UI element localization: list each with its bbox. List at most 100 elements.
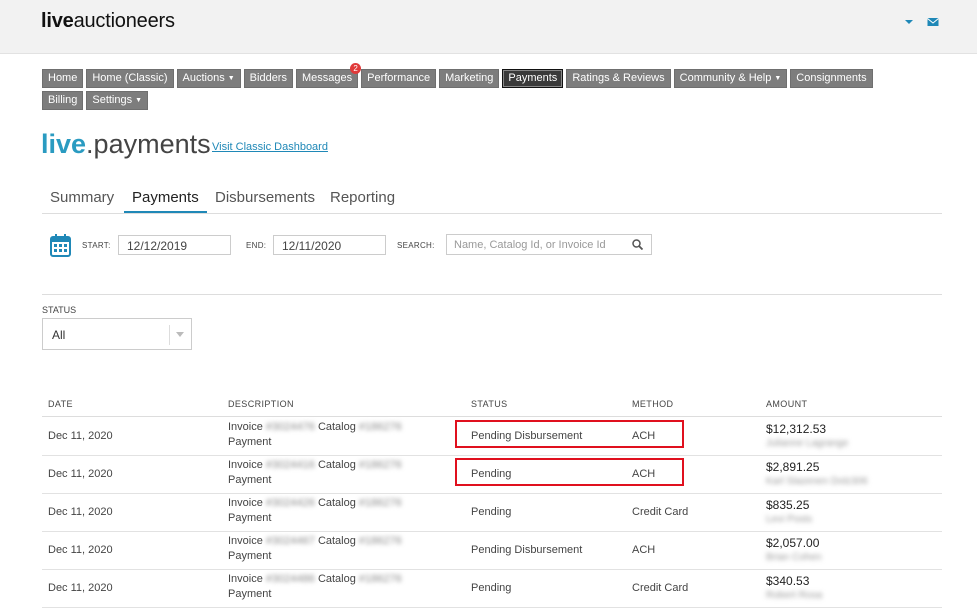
invoice-id: #3024476 bbox=[265, 421, 315, 433]
nav-item-home[interactable]: Home bbox=[42, 69, 84, 88]
logo-rest-text: auctioneers bbox=[73, 10, 175, 32]
row-buyer-name: Julianne Lagrange bbox=[766, 438, 849, 449]
nav-item-label: Payments bbox=[508, 72, 558, 84]
row-date: Dec 11, 2020 bbox=[48, 582, 113, 594]
invoice-word: Invoice bbox=[228, 497, 263, 509]
tab-disbursements[interactable]: Disbursements bbox=[207, 189, 323, 211]
column-header-status: STATUS bbox=[471, 399, 508, 409]
table-row[interactable]: Dec 11, 2020 Invoice #3024467 Catalog #18… bbox=[42, 531, 942, 570]
status-select-value: All bbox=[52, 328, 66, 342]
row-amount: $2,057.00 bbox=[766, 536, 820, 550]
row-description-line2: Payment bbox=[228, 512, 272, 524]
nav-item-label: Ratings & Reviews bbox=[572, 72, 665, 84]
row-status: Pending bbox=[471, 582, 512, 594]
row-description-line1: Invoice #3024476 Catalog #186276 bbox=[228, 420, 402, 434]
row-description-line2: Payment bbox=[228, 588, 272, 600]
caret-down-icon: ▼ bbox=[135, 97, 143, 104]
nav-item-billing[interactable]: Billing bbox=[42, 91, 84, 110]
row-amount: $2,891.25 bbox=[766, 460, 820, 474]
invoice-word: Invoice bbox=[228, 459, 263, 471]
account-dropdown-icon[interactable] bbox=[904, 17, 914, 27]
table-row[interactable]: Dec 11, 2020 Invoice #3024486 Catalog #18… bbox=[42, 569, 942, 608]
tab-reporting[interactable]: Reporting bbox=[322, 189, 403, 211]
row-date: Dec 11, 2020 bbox=[48, 430, 113, 442]
highlight-box bbox=[455, 458, 684, 486]
tab-payments[interactable]: Payments bbox=[124, 189, 207, 213]
catalog-word: Catalog bbox=[317, 535, 356, 547]
table-row[interactable]: Dec 11, 2020 Invoice #3024416 Catalog #18… bbox=[42, 455, 942, 494]
row-description-line1: Invoice #3024486 Catalog #186276 bbox=[228, 572, 402, 586]
nav-item-label: Performance bbox=[367, 72, 431, 84]
row-description-line2: Payment bbox=[228, 474, 272, 486]
start-date-input[interactable]: 12/12/2019 bbox=[118, 235, 231, 255]
row-buyer-name: Robert Rosa bbox=[766, 590, 823, 601]
row-date: Dec 11, 2020 bbox=[48, 506, 113, 518]
row-description-line1: Invoice #3024416 Catalog #186276 bbox=[228, 458, 402, 472]
search-box bbox=[446, 234, 652, 255]
nav-item-home-classic[interactable]: Home (Classic) bbox=[86, 69, 174, 88]
nav-item-label: Home bbox=[48, 72, 78, 84]
nav-item-messages[interactable]: Messages 2 bbox=[295, 63, 362, 88]
row-method: ACH bbox=[632, 544, 656, 556]
column-header-date: DATE bbox=[48, 399, 73, 409]
nav-item-label: Messages bbox=[301, 72, 353, 84]
calendar-icon[interactable] bbox=[50, 233, 71, 257]
nav-item-label: Bidders bbox=[249, 72, 287, 84]
status-filter-label: STATUS bbox=[42, 305, 77, 315]
nav-item-label: Billing bbox=[48, 94, 78, 106]
nav-item-auctions[interactable]: Auctions ▼ bbox=[176, 69, 241, 88]
nav-item-consignments[interactable]: Consignments bbox=[790, 69, 873, 88]
row-status: Pending Disbursement bbox=[471, 544, 583, 556]
nav-item-bidders[interactable]: Bidders bbox=[243, 69, 293, 88]
invoice-id: #3024467 bbox=[265, 535, 315, 547]
caret-down-icon: ▼ bbox=[774, 75, 782, 82]
nav-item-ratings-reviews[interactable]: Ratings & Reviews bbox=[566, 69, 671, 88]
nav-item-performance[interactable]: Performance bbox=[361, 69, 437, 88]
catalog-id: #186276 bbox=[358, 573, 402, 585]
row-description-line2: Payment bbox=[228, 436, 272, 448]
row-description-line1: Invoice #3024426 Catalog #186276 bbox=[228, 496, 402, 510]
tab-summary[interactable]: Summary bbox=[42, 189, 122, 211]
envelope-icon[interactable] bbox=[927, 17, 939, 27]
catalog-id: #186276 bbox=[358, 421, 402, 433]
row-amount: $340.53 bbox=[766, 574, 810, 588]
nav-item-marketing[interactable]: Marketing bbox=[439, 69, 500, 88]
invoice-id: #3024426 bbox=[265, 497, 315, 509]
end-date-input[interactable]: 12/11/2020 bbox=[273, 235, 386, 255]
row-date: Dec 11, 2020 bbox=[48, 544, 113, 556]
table-row[interactable]: Dec 11, 2020 Invoice #3024476 Catalog #18… bbox=[42, 417, 942, 456]
catalog-id: #186276 bbox=[358, 459, 402, 471]
invoice-word: Invoice bbox=[228, 421, 263, 433]
search-label: SEARCH: bbox=[397, 241, 435, 250]
nav-item-label: Marketing bbox=[445, 72, 494, 84]
nav-item-settings[interactable]: Settings ▼ bbox=[86, 91, 149, 110]
caret-down-icon: ▼ bbox=[227, 75, 235, 82]
nav-item-payments[interactable]: Payments bbox=[502, 69, 564, 88]
notification-badge: 2 bbox=[350, 63, 362, 74]
chevron-down-icon bbox=[176, 332, 184, 337]
nav-item-community-help[interactable]: Community & Help ▼ bbox=[673, 69, 788, 88]
visit-classic-dashboard-link[interactable]: Visit Classic Dashboard bbox=[212, 141, 328, 153]
invoice-id: #3024416 bbox=[265, 459, 315, 471]
nav-item-label: Community & Help bbox=[679, 72, 772, 84]
nav-item-label: Home (Classic) bbox=[92, 72, 168, 84]
search-icon[interactable] bbox=[632, 239, 643, 250]
invoice-id: #3024486 bbox=[265, 573, 315, 585]
catalog-word: Catalog bbox=[317, 421, 356, 433]
row-method: Credit Card bbox=[632, 582, 689, 594]
table-row[interactable]: Dec 11, 2020 Invoice #3024426 Catalog #18… bbox=[42, 493, 942, 532]
nav-item-label: Settings bbox=[92, 94, 133, 106]
search-input[interactable] bbox=[447, 235, 629, 255]
tab-bar: Summary Payments Disbursements Reporting bbox=[42, 186, 942, 214]
catalog-word: Catalog bbox=[317, 497, 356, 509]
row-date: Dec 11, 2020 bbox=[48, 468, 113, 480]
logo[interactable]: liveauctioneers bbox=[41, 10, 175, 33]
logo-bold-text: live bbox=[41, 10, 74, 32]
nav-item-label: Consignments bbox=[796, 72, 867, 84]
end-label: END: bbox=[246, 241, 267, 250]
column-header-description: DESCRIPTION bbox=[228, 399, 294, 409]
start-label: START: bbox=[82, 241, 111, 250]
row-status: Pending bbox=[471, 506, 512, 518]
status-select[interactable]: All bbox=[42, 318, 192, 350]
highlight-box bbox=[455, 420, 684, 448]
